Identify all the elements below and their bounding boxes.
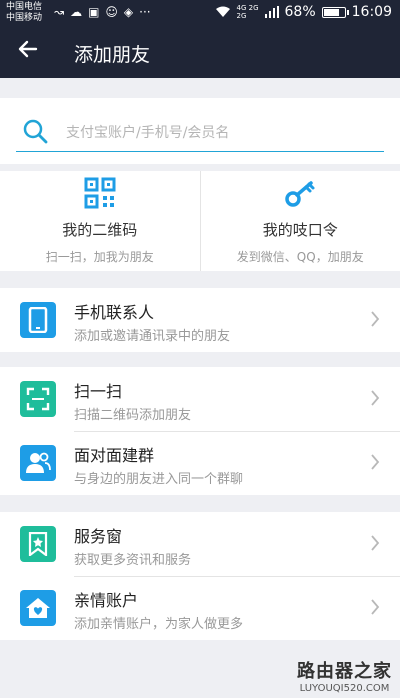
group-icon [20,445,56,481]
scan-icon [20,381,56,417]
watermark-url: LUYOUQI520.COM [299,683,390,694]
back-button[interactable] [18,36,38,66]
quick-actions: 我的二维码 扫一扫，加我为朋友 我的吱口令 发到微信、QQ，加朋友 [0,171,400,271]
chevron-right-icon [371,311,380,327]
status-bar: 中国电信 中国移动 ↝ ☁ ▣ ☺ ◈ ··· 4G 2G 2G 68% 16:… [0,0,400,26]
qrcode-title: 我的二维码 [62,221,138,239]
list-group-contacts: 手机联系人 添加或邀请通讯录中的朋友 [0,288,400,352]
row-title: 扫一扫 [74,382,123,401]
list-item-scan[interactable]: 扫一扫 扫描二维码添加朋友 [0,367,400,431]
list-item-family-account[interactable]: 亲情账户 添加亲情账户，为家人做更多 [0,576,400,640]
row-title: 面对面建群 [74,446,155,465]
notif-icon-5: ··· [139,5,151,19]
arrow-left-icon [18,40,38,58]
command-subtitle: 发到微信、QQ，加朋友 [236,250,364,264]
chevron-right-icon [371,390,380,406]
my-qrcode-button[interactable]: 我的二维码 扫一扫，加我为朋友 [0,171,200,271]
search-placeholder: 支付宝账户/手机号/会员名 [66,125,230,141]
list-item-face-to-face-group[interactable]: 面对面建群 与身边的朋友进入同一个群聊 [0,431,400,495]
wifi-icon [215,6,230,17]
page-title: 添加朋友 [74,44,151,66]
my-command-button[interactable]: 我的吱口令 发到微信、QQ，加朋友 [199,171,400,271]
key-icon [285,181,315,207]
carrier-info: 中国电信 中国移动 [6,2,42,24]
row-title: 服务窗 [74,527,123,546]
notif-icon-2: ▣ [88,5,100,19]
row-subtitle: 添加亲情账户，为家人做更多 [74,617,244,632]
row-subtitle: 获取更多资讯和服务 [74,553,192,568]
battery-percent: 68% [284,4,316,20]
network-label-2: 2G [248,4,259,12]
network-label-3: 2G [236,12,247,20]
notif-icon-1: ☁ [70,5,83,19]
search-section: 支付宝账户/手机号/会员名 [0,98,400,164]
notification-icons: ↝ ☁ ▣ ☺ ◈ ··· [54,5,151,19]
list-item-phone-contacts[interactable]: 手机联系人 添加或邀请通讯录中的朋友 [0,288,400,352]
battery-icon [321,6,349,18]
row-subtitle: 添加或邀请通讯录中的朋友 [74,329,231,344]
app-header: 添加朋友 [0,26,400,78]
row-subtitle: 与身边的朋友进入同一个群聊 [74,472,244,487]
row-title: 亲情账户 [74,591,139,610]
carrier-1: 中国电信 [6,2,43,12]
chevron-right-icon [371,454,380,470]
carrier-2: 中国移动 [6,13,43,23]
watermark: 路由器之家 LUYOUQI520.COM [297,657,392,694]
watermark-title: 路由器之家 [297,661,392,682]
chevron-right-icon [371,535,380,551]
notif-icon-3: ☺ [105,5,118,19]
network-indicator: 4G 2G 2G [237,4,259,20]
search-input[interactable]: 支付宝账户/手机号/会员名 [16,110,384,152]
clock: 16:09 [351,4,392,20]
command-title: 我的吱口令 [262,221,338,239]
row-subtitle: 扫描二维码添加朋友 [74,408,192,423]
chevron-right-icon [371,599,380,615]
bookmark-icon [20,526,56,562]
list-item-service-window[interactable]: 服务窗 获取更多资讯和服务 [0,512,400,576]
qrcode-subtitle: 扫一扫，加我为朋友 [45,250,154,264]
notif-icon-0: ↝ [54,5,65,19]
qrcode-icon [84,177,116,209]
network-label-1: 4G [236,4,247,12]
list-group-scan: 扫一扫 扫描二维码添加朋友 面对面建群 与身边的朋友进入同一个群聊 [0,367,400,495]
notif-icon-4: ◈ [123,5,134,19]
battery-fill [323,8,339,16]
signal-icon [264,6,279,18]
list-group-services: 服务窗 获取更多资讯和服务 亲情账户 添加亲情账户，为家人做更多 [0,512,400,640]
home-heart-icon [20,590,56,626]
row-title: 手机联系人 [74,303,155,322]
phone-icon [20,302,56,338]
search-icon [23,119,48,144]
